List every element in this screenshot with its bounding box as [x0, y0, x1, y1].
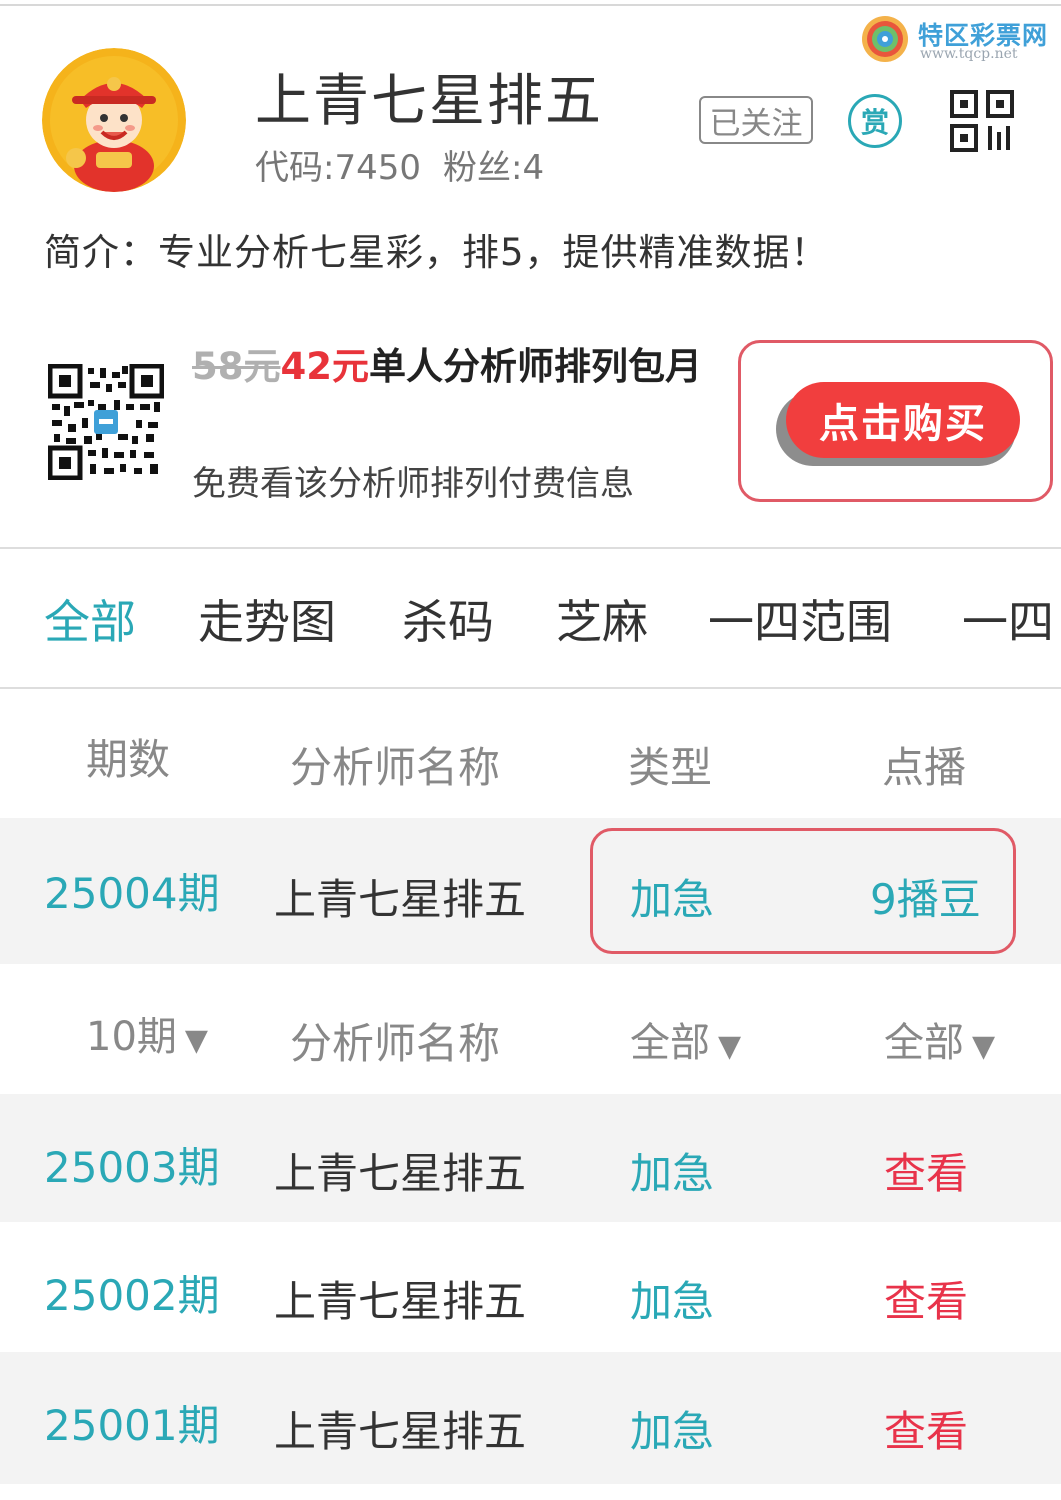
row-type: 加急 [630, 1149, 715, 1198]
price-highlight-frame [590, 828, 1016, 954]
caret-down-icon: ▼ [718, 1029, 742, 1064]
buy-button[interactable]: 点击购买 [786, 382, 1020, 458]
type-filter[interactable]: 全部 ▼ [630, 1010, 741, 1068]
row-period: 25002期 [44, 1271, 220, 1320]
reward-icon[interactable]: 赏 [848, 94, 902, 148]
history-filter-row: 10期 ▼ 分析师名称 全部 ▼ 全部 ▼ [0, 964, 1061, 1094]
analyst-meta: 代码:7450 粉丝:4 [255, 140, 544, 189]
period-filter-label: 10期 [86, 1014, 177, 1060]
current-period: 25004期 [44, 869, 220, 918]
top-divider [0, 4, 1061, 6]
old-price: 58元 [192, 345, 281, 388]
current-analyst: 上青七星排五 [274, 875, 527, 924]
analyst-intro: 简介：专业分析七星彩，排5，提供精准数据！ [44, 231, 829, 274]
promo-subtitle: 免费看该分析师排列付费信息 [192, 464, 634, 504]
watermark: 特区彩票网 www.tqcp.net [858, 12, 1058, 68]
analyst-filter-label: 分析师名称 [290, 1019, 501, 1068]
tab-range[interactable]: 一四范围 [708, 586, 892, 652]
row-type: 加急 [630, 1277, 715, 1326]
new-price: 42元 [280, 345, 370, 388]
tab-more[interactable]: 一四 [962, 586, 1054, 652]
header-analyst: 分析师名称 [290, 743, 501, 792]
tab-sesame[interactable]: 芝麻 [556, 586, 648, 652]
row-analyst: 上青七星排五 [274, 1149, 527, 1198]
category-tabs: 全部 走势图 杀码 芝麻 一四范围 一四 [0, 586, 1061, 656]
row-type: 加急 [630, 1407, 715, 1456]
table-row[interactable]: 25001期 上青七星排五 加急 查看 [0, 1352, 1061, 1484]
promo-qr-code-icon [48, 364, 164, 480]
qr-code-icon[interactable] [950, 90, 1014, 152]
section-divider [0, 547, 1061, 549]
lottery-logo-icon [862, 16, 908, 62]
row-analyst: 上青七星排五 [274, 1407, 527, 1456]
row-analyst: 上青七星排五 [274, 1277, 527, 1326]
tab-kill-number[interactable]: 杀码 [402, 586, 494, 652]
view-link[interactable]: 查看 [884, 1398, 968, 1459]
analyst-name: 上青七星排五 [255, 69, 603, 134]
watermark-url: www.tqcp.net [920, 46, 1018, 62]
tab-trend-chart[interactable]: 走势图 [198, 586, 336, 652]
period-filter[interactable]: 10期 ▼ [86, 1004, 208, 1062]
analyst-code: 代码:7450 [255, 148, 421, 188]
god-of-wealth-avatar-icon [42, 48, 186, 192]
row-period: 25001期 [44, 1401, 220, 1450]
promo-title: 58元42元单人分析师排列包月 [192, 342, 737, 392]
analyst-fans: 粉丝:4 [442, 148, 545, 188]
view-filter-label: 全部 [884, 1020, 964, 1066]
type-filter-label: 全部 [630, 1020, 710, 1066]
view-link[interactable]: 查看 [884, 1268, 968, 1329]
header-price: 点播 [882, 743, 967, 792]
view-filter[interactable]: 全部 ▼ [884, 1010, 995, 1068]
follow-button[interactable]: 已关注 [699, 96, 813, 144]
header-type: 类型 [628, 743, 713, 792]
avatar[interactable] [42, 48, 186, 192]
tabs-divider [0, 687, 1061, 689]
caret-down-icon: ▼ [184, 1023, 208, 1058]
header-period: 期数 [86, 735, 171, 784]
caret-down-icon: ▼ [972, 1029, 996, 1064]
promo-title-text: 单人分析师排列包月 [369, 345, 702, 388]
table-row[interactable]: 25002期 上青七星排五 加急 查看 [0, 1222, 1061, 1352]
tab-all[interactable]: 全部 [44, 586, 136, 652]
current-table-header: 期数 分析师名称 类型 点播 [0, 690, 1061, 818]
table-row[interactable]: 25003期 上青七星排五 加急 查看 [0, 1094, 1061, 1222]
view-link[interactable]: 查看 [884, 1140, 968, 1201]
row-period: 25003期 [44, 1143, 220, 1192]
